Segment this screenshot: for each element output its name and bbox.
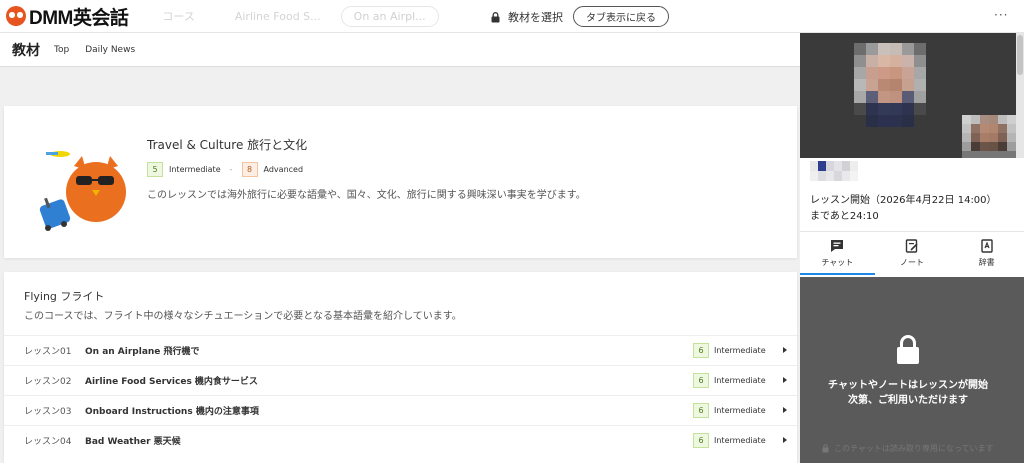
lesson-name: Onboard Instructions 機内の注意事項: [85, 407, 259, 417]
chevron-right-icon: [783, 377, 787, 383]
chat-readonly-note: このチャットは読み取り専用になっています: [822, 443, 994, 454]
course-card: Flying フライト このコースでは、フライト中の様々なシチュエーションで必要…: [4, 272, 797, 463]
brand-logo[interactable]: DMM英会話: [6, 3, 129, 30]
lesson-level: 6 Intermediate: [693, 433, 766, 448]
more-menu-icon[interactable]: ···: [994, 8, 1008, 22]
ghost-breadcrumb: コース Airline Food S... On an Airpl...: [142, 5, 439, 27]
dictionary-icon: [980, 239, 993, 253]
material-select[interactable]: 教材を選択: [491, 9, 563, 25]
page-title: 教材: [12, 42, 40, 59]
tab-chat-label: チャット: [821, 258, 854, 267]
self-video-pixelated: [962, 115, 1016, 158]
lesson-level-label: Intermediate: [714, 376, 766, 385]
lesson-row[interactable]: レッスン03 Onboard Instructions 機内の注意事項 6 Int…: [4, 395, 797, 425]
course-title: Flying フライト: [24, 290, 105, 303]
material-subnav: 教材 Top Daily News: [0, 33, 800, 67]
level-label-max: Advanced: [263, 165, 304, 174]
lesson-start-info: レッスン開始（2026年4月22日 14:00） まであと24:10: [810, 193, 997, 225]
lesson-name: Bad Weather 悪天候: [85, 437, 181, 447]
lesson-row[interactable]: レッスン04 Bad Weather 悪天候 6 Intermediate: [4, 425, 797, 455]
ghost-item-course: コース: [162, 10, 195, 23]
lesson-level-label: Intermediate: [714, 436, 766, 445]
lesson-level-label: Intermediate: [714, 346, 766, 355]
brand-name: DMM英会話: [29, 7, 129, 29]
video-area: [800, 33, 1016, 158]
lesson-level: 6 Intermediate: [693, 343, 766, 358]
tab-dictionary-label: 辞書: [978, 258, 995, 267]
level-label-min: Intermediate: [169, 165, 221, 174]
category-card: Travel & Culture 旅行と文化 5 Intermediate - …: [4, 106, 797, 258]
small-lock-icon: [822, 444, 829, 453]
lesson-row[interactable]: レッスン02 Airline Food Services 機内食サービス 6 In…: [4, 365, 797, 395]
level-badge-min: 5: [147, 162, 163, 177]
owl-logo-icon: [6, 6, 26, 26]
chevron-right-icon: [783, 407, 787, 413]
lesson-level: 6 Intermediate: [693, 403, 766, 418]
chat-readonly-text: このチャットは読み取り専用になっています: [834, 444, 994, 453]
category-description: このレッスンでは海外旅行に必要な語彙や、国々、文化、旅行に関する興味深い事実を学…: [147, 190, 586, 201]
tab-chat[interactable]: チャット: [800, 232, 875, 275]
subnav-link-top[interactable]: Top: [54, 45, 69, 55]
chat-area: チャットやノートはレッスンが開始 次第、ご利用いただけます このチャットは読み取…: [800, 277, 1024, 463]
level-dash: -: [229, 165, 233, 174]
tutor-name-strip: [800, 158, 1024, 186]
subnav-link-daily-news[interactable]: Daily News: [85, 45, 135, 55]
tutor-name-pixelated: [810, 161, 858, 181]
lesson-countdown: まであと24:10: [810, 211, 879, 222]
course-description: このコースでは、フライト中の様々なシチュエーションで必要となる基本語彙を紹介して…: [24, 311, 462, 322]
lesson-start-time: レッスン開始（2026年4月22日 14:00）: [810, 195, 997, 206]
note-icon: [905, 239, 918, 253]
lesson-number: レッスン03: [24, 407, 72, 417]
chat-icon: [831, 240, 844, 252]
tab-note[interactable]: ノート: [875, 232, 950, 275]
lesson-level-badge: 6: [693, 343, 709, 358]
lesson-level: 6 Intermediate: [693, 373, 766, 388]
big-lock-icon: [897, 335, 919, 364]
chat-locked-line-2: 次第、ご利用いただけます: [848, 395, 968, 406]
lesson-level-badge: 6: [693, 403, 709, 418]
lesson-level-badge: 6: [693, 373, 709, 388]
back-to-tab-button[interactable]: タブ表示に戻る: [573, 6, 669, 27]
level-range: 5 Intermediate - 8 Advanced: [147, 162, 303, 177]
lesson-row[interactable]: レッスン01 On an Airplane 飛行機で 6 Intermediate: [4, 335, 797, 365]
category-title: Travel & Culture 旅行と文化: [147, 138, 308, 152]
tutor-video-pixelated: [854, 43, 926, 127]
tab-note-label: ノート: [900, 258, 924, 267]
level-badge-max: 8: [241, 162, 258, 177]
video-scrollbar[interactable]: [1016, 33, 1024, 158]
ghost-item-lesson: Airline Food S...: [234, 9, 321, 23]
lesson-side-panel: レッスン開始（2026年4月22日 14:00） まであと24:10 チャット …: [800, 33, 1024, 463]
lesson-number: レッスン04: [24, 437, 72, 447]
panel-tabs: チャット ノート 辞書: [800, 231, 1024, 275]
lesson-number: レッスン02: [24, 377, 72, 387]
chat-locked-line-1: チャットやノートはレッスンが開始: [828, 380, 988, 391]
tab-dictionary[interactable]: 辞書: [949, 232, 1024, 275]
lock-icon: [491, 11, 500, 22]
lesson-number: レッスン01: [24, 347, 72, 357]
lesson-name: On an Airplane 飛行機で: [85, 347, 200, 357]
owl-traveler-illustration-icon: [39, 151, 126, 231]
lesson-name: Airline Food Services 機内食サービス: [85, 377, 258, 387]
chat-locked-message: チャットやノートはレッスンが開始 次第、ご利用いただけます: [800, 378, 1016, 408]
lesson-level-badge: 6: [693, 433, 709, 448]
material-select-label: 教材を選択: [508, 11, 563, 24]
lesson-level-label: Intermediate: [714, 406, 766, 415]
top-bar: DMM英会話 コース Airline Food S... On an Airpl…: [0, 0, 1024, 33]
chevron-right-icon: [783, 437, 787, 443]
chevron-right-icon: [783, 347, 787, 353]
ghost-item-current: On an Airpl...: [340, 5, 439, 27]
